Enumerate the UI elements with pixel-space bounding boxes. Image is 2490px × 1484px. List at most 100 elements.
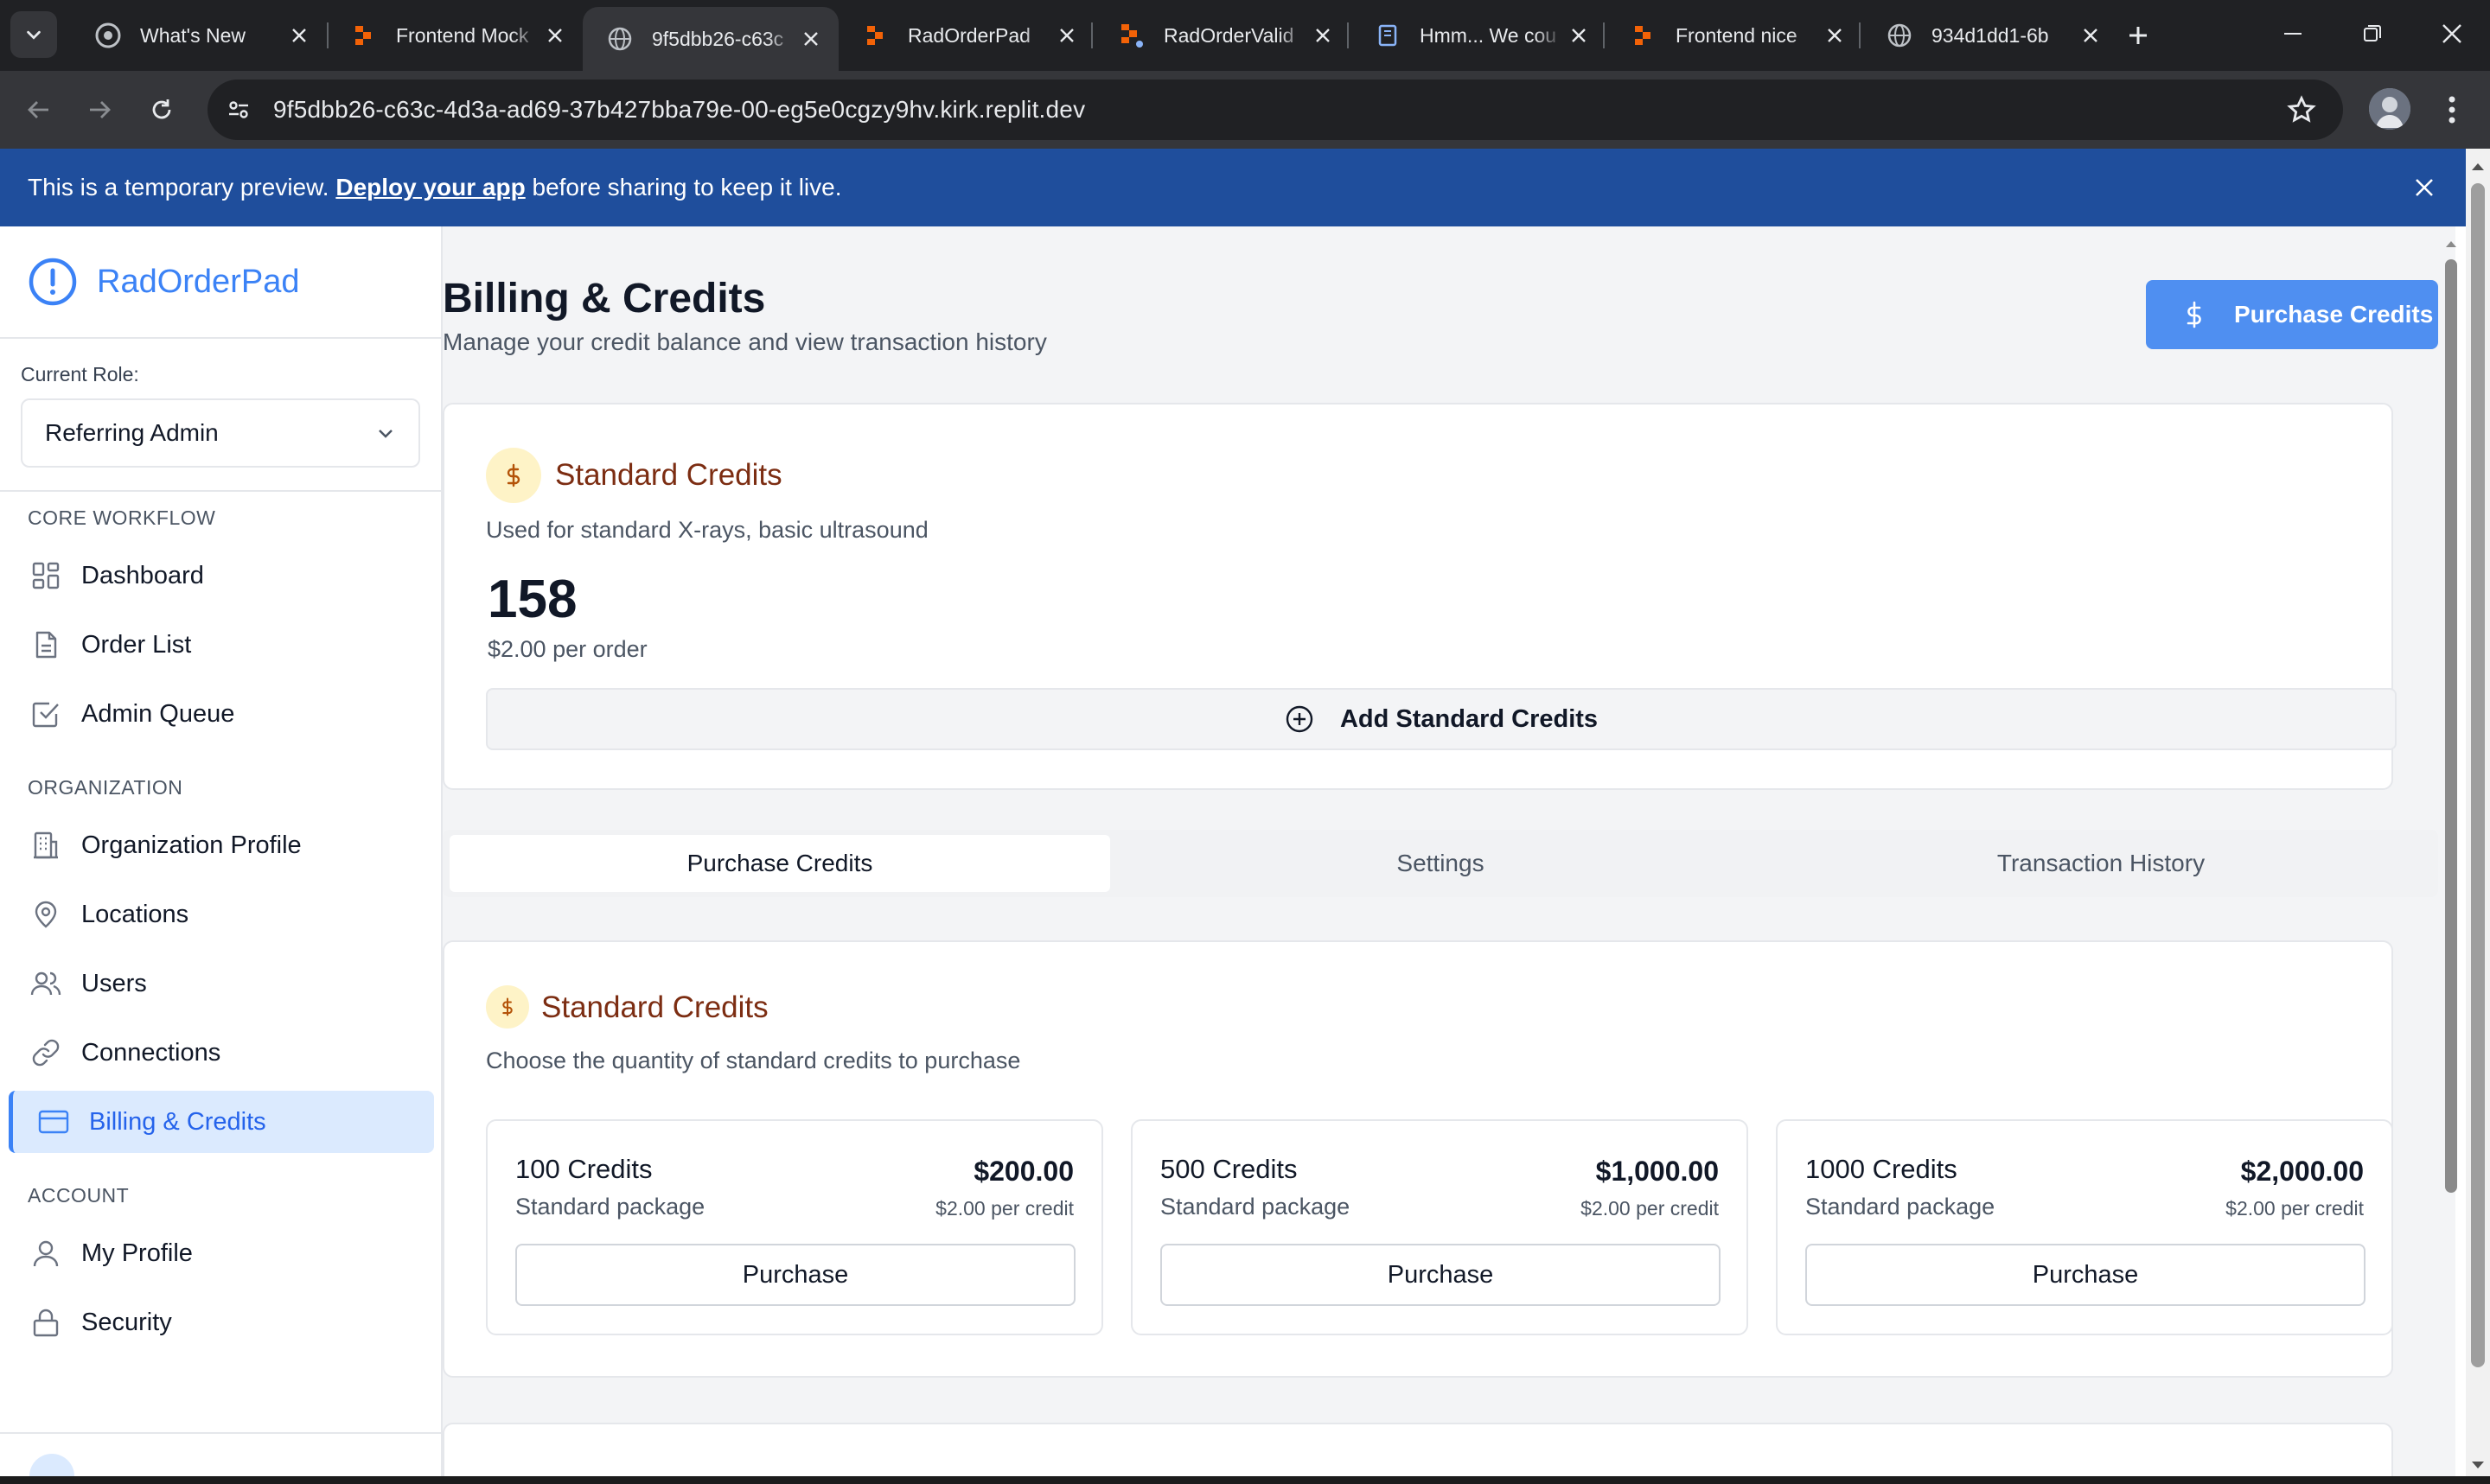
purchase-credits-button[interactable]: Purchase Credits [2146,280,2438,349]
sidebar-item-label: Organization Profile [81,831,302,859]
browser-tab[interactable]: Frontend Mock [327,9,583,62]
purchase-package-button[interactable]: Purchase [1160,1244,1721,1306]
section-label-organization: ORGANIZATION [28,775,183,799]
address-bar[interactable]: 9f5dbb26-c63c-4d3a-ad69-37b427bba79e-00-… [208,80,2343,140]
standard-credits-balance-card: Standard Credits Used for standard X-ray… [443,403,2397,790]
role-select[interactable]: Referring Admin [21,398,420,468]
close-tab-icon[interactable] [2075,20,2106,51]
close-tab-icon[interactable] [1307,20,1338,51]
page-scrollbar[interactable] [2466,149,2490,1484]
close-window-button[interactable] [2412,0,2490,67]
preview-banner: This is a temporary preview. Deploy your… [0,149,2466,226]
sidebar-item-label: Connections [81,1038,221,1067]
close-tab-icon[interactable] [795,23,827,54]
avatar-icon [2369,88,2410,130]
banner-text-suffix: before sharing to keep it live. [525,174,842,201]
brand-header: RadOrderPad [0,226,441,339]
lock-icon [29,1306,62,1339]
tab-title: 934d1dd1-6b [1931,23,2049,47]
reload-button[interactable] [138,86,185,133]
tab-settings[interactable]: Settings [1110,835,1771,892]
sidebar-item-label: Security [81,1308,172,1336]
taskbar-edge [0,1476,2490,1484]
sidebar-item-label: Users [81,969,147,997]
sidebar-item-dashboard[interactable]: Dashboard [9,545,434,607]
dollar-sign-icon [502,997,513,1016]
purchase-package-button[interactable]: Purchase [1805,1244,2366,1306]
deploy-app-link[interactable]: Deploy your app [335,174,525,201]
sidebar-item-locations[interactable]: Locations [9,883,434,946]
page-title: Billing & Credits [443,276,766,322]
credit-package-card: 500 Credits Standard package $1,000.00 $… [1131,1119,1748,1335]
sidebar-item-my-profile[interactable]: My Profile [9,1222,434,1284]
close-tab-icon[interactable] [1563,20,1594,51]
add-standard-credits-button[interactable]: Add Standard Credits [486,688,2397,750]
sidebar-item-label: Dashboard [81,561,204,589]
package-rate: $2.00 per credit [2225,1197,2364,1220]
browser-tab[interactable]: RadOrderPad [839,9,1095,62]
scroll-up-arrow-icon[interactable] [2466,154,2490,178]
tab-title: Frontend nice [1676,23,1797,47]
replit-icon [863,22,889,48]
browser-tab[interactable]: Frontend nice [1606,9,1862,62]
package-type: Standard package [1160,1194,1350,1220]
profile-avatar[interactable] [2369,88,2410,130]
sidebar-item-connections[interactable]: Connections [9,1022,434,1084]
bookmark-star-icon[interactable] [2284,92,2319,127]
browser-menu-button[interactable] [2435,88,2469,131]
purchase-credits-label: Purchase Credits [2234,301,2434,328]
minimize-window-button[interactable] [2253,0,2333,67]
sidebar-item-security[interactable]: Security [9,1291,434,1353]
scroll-down-arrow-icon[interactable] [2466,1454,2490,1478]
package-name: 100 Credits [515,1154,653,1184]
new-tab-button[interactable] [2116,14,2160,57]
tab-purchase-credits[interactable]: Purchase Credits [450,835,1110,892]
browser-tab[interactable]: 934d1dd1-6b [1862,9,2118,62]
tab-search-button[interactable] [10,11,57,58]
back-button[interactable] [16,86,62,133]
replit-icon [351,22,377,48]
close-tab-icon[interactable] [1819,20,1850,51]
sidebar-item-label: My Profile [81,1239,193,1267]
sidebar-item-order-list[interactable]: Order List [9,614,434,676]
page-scrollbar-thumb[interactable] [2471,183,2485,1367]
minimize-icon [2284,33,2302,35]
alert-circle-logo-icon [29,258,77,306]
forward-button[interactable] [76,86,123,133]
sidebar-item-organization-profile[interactable]: Organization Profile [9,814,434,876]
sidebar-footer-divider [0,1432,441,1434]
banner-text-prefix: This is a temporary preview. [28,174,336,201]
brand-name: RadOrderPad [97,263,300,300]
banner-close-button[interactable] [2407,170,2442,205]
tab-transaction-history[interactable]: Transaction History [1771,835,2431,892]
tab-divider [1859,22,1861,48]
browser-tab[interactable]: What's New [71,9,327,62]
sidebar-item-label: Admin Queue [81,699,235,728]
credit-balance-count: 158 [488,570,578,629]
balance-heading: Standard Credits [555,458,782,492]
chrome-icon [95,22,121,48]
browser-tab[interactable]: RadOrderValid [1095,9,1350,62]
sidebar-item-users[interactable]: Users [9,952,434,1015]
scroll-up-arrow-icon[interactable] [2442,235,2461,252]
globe-icon [607,26,633,52]
close-tab-icon[interactable] [284,20,315,51]
check-square-icon [29,697,62,730]
close-tab-icon[interactable] [1051,20,1082,51]
purchase-package-button[interactable]: Purchase [515,1244,1076,1306]
browser-tab[interactable]: Hmm... We cou [1350,9,1606,62]
package-price: $1,000.00 [1595,1156,1719,1187]
tab-divider [1347,22,1349,48]
browser-tab-active[interactable]: 9f5dbb26-c63c [583,7,839,71]
tab-title: RadOrderPad [908,23,1031,47]
package-name: 1000 Credits [1805,1154,1957,1184]
sidebar-item-admin-queue[interactable]: Admin Queue [9,683,434,745]
content-scrollbar[interactable] [2442,233,2461,1484]
restore-window-button[interactable] [2333,0,2412,67]
close-tab-icon[interactable] [540,20,571,51]
chevron-down-icon [379,430,393,438]
sidebar-item-billing-credits[interactable]: Billing & Credits [9,1091,434,1153]
content-scrollbar-thumb[interactable] [2445,259,2457,1193]
site-settings-icon[interactable] [218,89,259,131]
coin-icon [486,448,541,503]
